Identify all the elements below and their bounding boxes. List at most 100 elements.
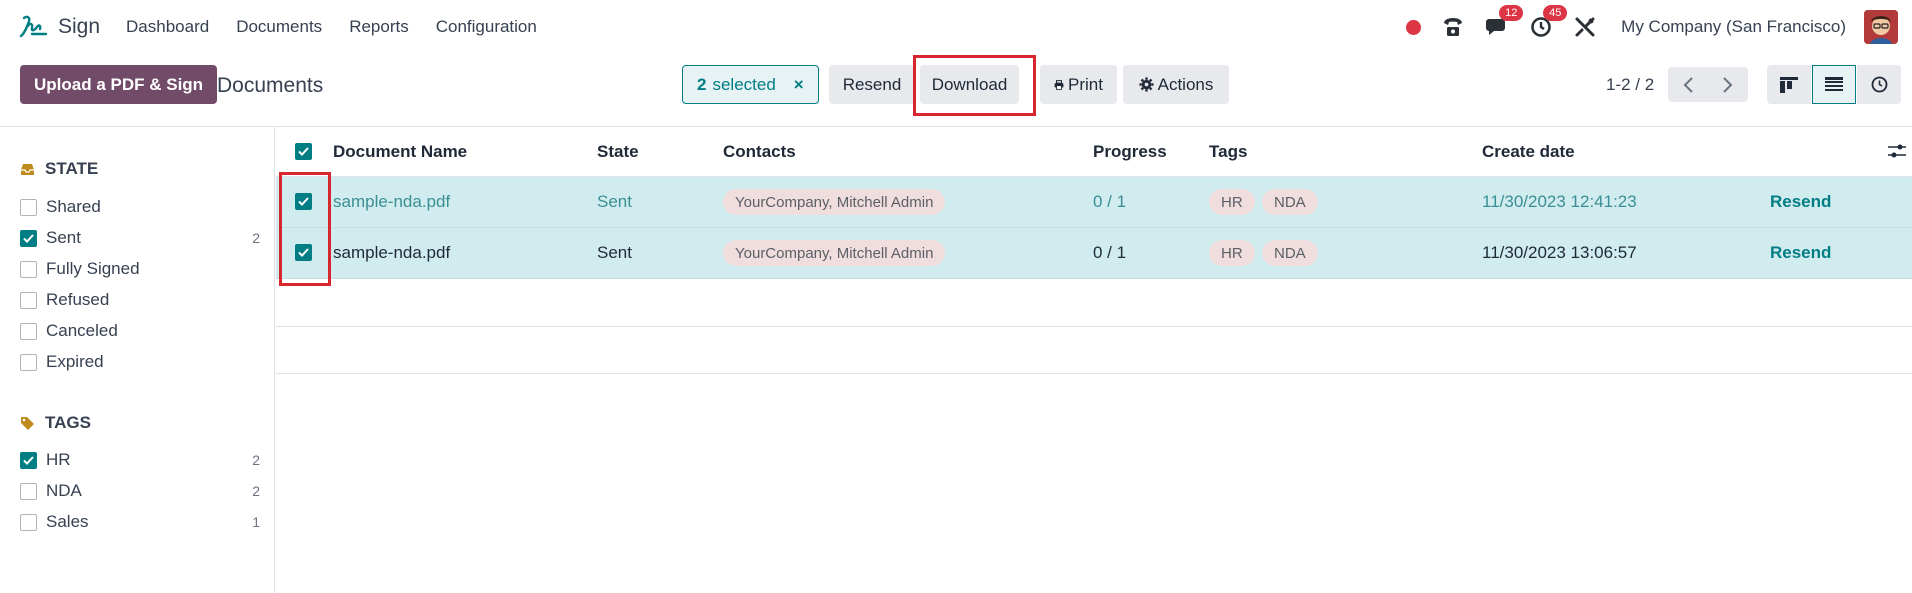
messages-badge: 12 (1499, 5, 1524, 21)
selected-count: 2 (697, 74, 707, 94)
documents-list: Document Name State Contacts Progress Ta… (276, 126, 1912, 593)
filter-state-expired[interactable]: Expired (20, 351, 260, 373)
inbox-icon (21, 163, 34, 175)
pager-previous-button[interactable] (1668, 67, 1708, 102)
column-document-name[interactable]: Document Name (333, 142, 467, 162)
filter-label: Canceled (46, 321, 118, 340)
cell-create-date: 11/30/2023 13:06:57 (1482, 243, 1637, 262)
checkbox-checked[interactable] (20, 451, 37, 469)
column-progress[interactable]: Progress (1093, 142, 1167, 162)
filter-tag-hr[interactable]: HR 2 (20, 449, 260, 471)
row-checkbox[interactable] (295, 193, 312, 210)
column-settings-icon[interactable] (1888, 143, 1906, 159)
checkbox[interactable] (20, 482, 37, 500)
messages-icon[interactable]: 12 (1485, 5, 1524, 39)
menu-reports[interactable]: Reports (349, 17, 409, 37)
table-row[interactable]: sample-nda.pdf Sent YourCompany, Mitchel… (276, 228, 1912, 279)
cell-document-name[interactable]: sample-nda.pdf (333, 243, 450, 263)
column-state[interactable]: State (597, 142, 639, 162)
checkbox[interactable] (20, 198, 37, 216)
checkbox[interactable] (20, 322, 37, 340)
control-panel: Upload a PDF & Sign Documents 2 selected… (0, 54, 1912, 126)
select-all-checkbox[interactable] (295, 143, 312, 160)
column-tags[interactable]: Tags (1209, 142, 1247, 162)
table-header: Document Name State Contacts Progress Ta… (276, 127, 1912, 177)
check-icon (23, 455, 34, 465)
check-icon (23, 233, 34, 243)
menu-documents[interactable]: Documents (236, 17, 322, 37)
clock-icon (1871, 76, 1887, 93)
filter-tag-nda[interactable]: NDA 2 (20, 480, 260, 502)
check-icon (298, 197, 309, 206)
app-name: Sign (58, 15, 101, 38)
download-button[interactable]: Download (920, 65, 1019, 104)
column-contacts[interactable]: Contacts (723, 142, 796, 162)
check-icon (298, 248, 309, 257)
list-view-button[interactable] (1812, 65, 1856, 104)
resend-button[interactable]: Resend (829, 65, 915, 104)
state-section-header: STATE (20, 159, 98, 179)
page-title[interactable]: Documents (217, 74, 323, 98)
checkbox[interactable] (20, 513, 37, 531)
filter-state-fully-signed[interactable]: Fully Signed (20, 258, 260, 280)
filter-label: HR (46, 450, 71, 469)
row-resend-button[interactable]: Resend (1770, 192, 1831, 212)
tag-pill: HR (1209, 240, 1255, 266)
pager-value[interactable]: 1-2 / 2 (1606, 75, 1654, 95)
unselect-all-close-icon[interactable]: × (794, 75, 804, 95)
filter-label: Shared (46, 197, 101, 216)
tag-pill: NDA (1262, 189, 1318, 215)
list-icon (1825, 77, 1843, 91)
recording-indicator-icon[interactable] (1406, 19, 1422, 35)
company-switcher[interactable]: My Company (San Francisco) (1621, 17, 1846, 37)
state-header-label: STATE (45, 159, 99, 178)
filter-count: 2 (252, 452, 260, 468)
row-checkbox[interactable] (295, 244, 312, 261)
pager-next-button[interactable] (1708, 67, 1748, 102)
filter-label: Expired (46, 352, 104, 371)
tag-pill: HR (1209, 189, 1255, 215)
checkbox[interactable] (20, 260, 37, 278)
filter-label: Sent (46, 228, 81, 247)
filter-state-canceled[interactable]: Canceled (20, 320, 260, 342)
phone-icon[interactable] (1441, 15, 1465, 39)
checkbox[interactable] (20, 291, 37, 309)
activity-view-button[interactable] (1857, 65, 1901, 104)
filter-state-shared[interactable]: Shared (20, 196, 260, 218)
cell-progress: 0 / 1 (1093, 243, 1127, 262)
printer-icon (1054, 79, 1064, 90)
menu-dashboard[interactable]: Dashboard (126, 17, 209, 37)
row-resend-button[interactable]: Resend (1770, 243, 1831, 263)
checkbox[interactable] (20, 353, 37, 371)
print-button[interactable]: Print (1040, 65, 1117, 104)
search-panel-sidebar: STATE Shared Sent 2 Fully Signed Refused… (0, 126, 275, 593)
filter-state-sent[interactable]: Sent 2 (20, 227, 260, 249)
kanban-view-button[interactable] (1767, 65, 1811, 104)
cell-document-name[interactable]: sample-nda.pdf (333, 192, 450, 212)
menu-configuration[interactable]: Configuration (436, 17, 537, 37)
activities-clock-icon[interactable]: 45 (1529, 5, 1568, 39)
cell-create-date: 11/30/2023 12:41:23 (1482, 192, 1637, 211)
upload-pdf-sign-button[interactable]: Upload a PDF & Sign (20, 65, 218, 104)
brand[interactable]: Sign (18, 12, 126, 42)
gear-icon (1139, 77, 1154, 92)
navbar-systray: 12 45 My Company (San Francisco) (1406, 0, 1898, 54)
chevron-right-icon (1723, 76, 1733, 93)
table-row[interactable]: sample-nda.pdf Sent YourCompany, Mitchel… (276, 177, 1912, 228)
tag-pill: NDA (1262, 240, 1318, 266)
column-create-date[interactable]: Create date (1482, 142, 1575, 162)
filter-label: Fully Signed (46, 259, 140, 278)
checkbox-checked[interactable] (20, 229, 37, 247)
chevron-left-icon (1683, 76, 1693, 93)
cell-state: Sent (597, 243, 632, 262)
tag-icon (21, 416, 34, 430)
user-avatar[interactable] (1864, 10, 1898, 44)
filter-state-refused[interactable]: Refused (20, 289, 260, 311)
top-navbar: Sign Dashboard Documents Reports Configu… (0, 0, 1912, 54)
filter-label: Sales (46, 512, 89, 531)
debug-tools-icon[interactable] (1573, 15, 1597, 39)
selected-label: selected (712, 74, 776, 94)
actions-button[interactable]: Actions (1123, 65, 1229, 104)
filter-tag-sales[interactable]: Sales 1 (20, 511, 260, 533)
activities-badge: 45 (1543, 5, 1568, 21)
